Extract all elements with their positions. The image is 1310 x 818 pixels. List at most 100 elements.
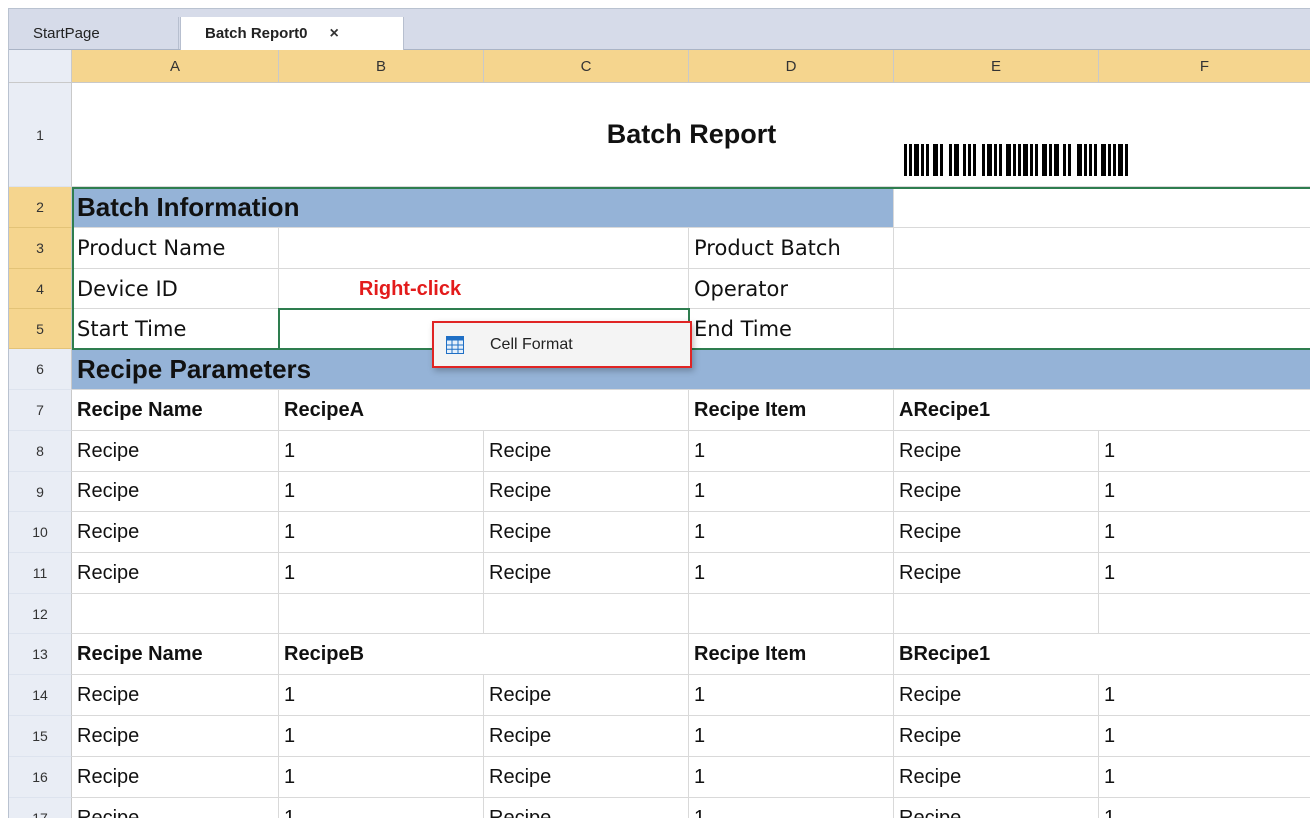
cell-recipe[interactable]: Recipe <box>484 757 689 798</box>
cell-end-time-label[interactable]: End Time <box>689 309 894 349</box>
cell-recipe[interactable]: Recipe <box>484 472 689 512</box>
cell-recipe-item-label[interactable]: Recipe Item <box>689 634 894 675</box>
cell-recipe[interactable]: Recipe <box>484 798 689 818</box>
cell-value[interactable]: 1 <box>279 512 484 553</box>
row-header-7[interactable]: 7 <box>9 390 72 431</box>
cell-recipe[interactable]: Recipe <box>484 512 689 553</box>
cell-recipe-name-label[interactable]: Recipe Name <box>72 634 279 675</box>
row-header-17[interactable]: 17 <box>9 798 72 818</box>
cell-product-name-label[interactable]: Product Name <box>72 228 279 269</box>
cell-product-name-value[interactable] <box>279 228 689 269</box>
row-header-6[interactable]: 6 <box>9 349 72 390</box>
cell-value[interactable]: 1 <box>689 512 894 553</box>
cell-value[interactable]: 1 <box>1099 757 1310 798</box>
cell-operator-label[interactable]: Operator <box>689 269 894 309</box>
cell-value[interactable]: 1 <box>1099 798 1310 818</box>
column-header-f[interactable]: F <box>1099 50 1310 83</box>
cell-recipe[interactable]: Recipe <box>894 431 1099 472</box>
cell-recipe-name-label[interactable]: Recipe Name <box>72 390 279 431</box>
cell-value[interactable]: 1 <box>689 716 894 757</box>
cell-value[interactable]: 1 <box>279 716 484 757</box>
select-all-corner[interactable] <box>9 50 72 83</box>
column-header-c[interactable]: C <box>484 50 689 83</box>
cell-value[interactable]: 1 <box>689 675 894 716</box>
row-header-8[interactable]: 8 <box>9 431 72 472</box>
cell-recipe[interactable]: Recipe <box>484 553 689 594</box>
cell-recipe[interactable]: Recipe <box>484 431 689 472</box>
cell-value[interactable]: 1 <box>1099 553 1310 594</box>
cell-start-time-label[interactable]: Start Time <box>72 309 279 349</box>
cell-recipe[interactable]: Recipe <box>894 553 1099 594</box>
cell-value[interactable]: 1 <box>689 757 894 798</box>
cell-value[interactable]: 1 <box>689 553 894 594</box>
cell-recipe[interactable]: Recipe <box>894 472 1099 512</box>
row-header-3[interactable]: 3 <box>9 228 72 269</box>
row-header-13[interactable]: 13 <box>9 634 72 675</box>
column-header-b[interactable]: B <box>279 50 484 83</box>
cell-empty[interactable] <box>894 594 1099 634</box>
row-header-11[interactable]: 11 <box>9 553 72 594</box>
cell-value[interactable]: 1 <box>279 675 484 716</box>
row-header-14[interactable]: 14 <box>9 675 72 716</box>
row-header-1[interactable]: 1 <box>9 83 72 187</box>
cell-product-batch-value[interactable] <box>894 228 1310 269</box>
column-header-a[interactable]: A <box>72 50 279 83</box>
cell-recipe[interactable]: Recipe <box>72 472 279 512</box>
cell-value[interactable]: 1 <box>1099 512 1310 553</box>
close-icon[interactable]: × <box>330 25 339 43</box>
cell-empty[interactable] <box>279 594 484 634</box>
menu-item-cell-format[interactable]: Cell Format <box>434 323 690 366</box>
cell-recipe[interactable]: Recipe <box>72 553 279 594</box>
cell-recipe-name-value[interactable]: RecipeA <box>279 390 689 431</box>
barcode-cell[interactable] <box>894 187 1310 228</box>
cell-value[interactable]: 1 <box>279 553 484 594</box>
cell-device-id-label[interactable]: Device ID <box>72 269 279 309</box>
cell-recipe-name-value[interactable]: RecipeB <box>279 634 689 675</box>
row-header-2[interactable]: 2 <box>9 187 72 228</box>
cell-value[interactable]: 1 <box>689 798 894 818</box>
cell-recipe-item-value[interactable]: ARecipe1 <box>894 390 1310 431</box>
cell-value[interactable]: 1 <box>1099 472 1310 512</box>
cell-value[interactable]: 1 <box>279 757 484 798</box>
cell-recipe[interactable]: Recipe <box>894 675 1099 716</box>
cell-recipe[interactable]: Recipe <box>484 675 689 716</box>
cell-recipe[interactable]: Recipe <box>72 757 279 798</box>
cell-recipe-item-value[interactable]: BRecipe1 <box>894 634 1310 675</box>
cell-recipe[interactable]: Recipe <box>72 431 279 472</box>
cell-value[interactable]: 1 <box>689 472 894 512</box>
column-header-e[interactable]: E <box>894 50 1099 83</box>
cell-value[interactable]: 1 <box>279 472 484 512</box>
row-header-5[interactable]: 5 <box>9 309 72 349</box>
row-header-4[interactable]: 4 <box>9 269 72 309</box>
row-header-15[interactable]: 15 <box>9 716 72 757</box>
cell-recipe-item-label[interactable]: Recipe Item <box>689 390 894 431</box>
cell-recipe[interactable]: Recipe <box>72 512 279 553</box>
cell-value[interactable]: 1 <box>279 798 484 818</box>
cell-value[interactable]: 1 <box>279 431 484 472</box>
cell-recipe[interactable]: Recipe <box>894 716 1099 757</box>
cell-empty[interactable] <box>484 594 689 634</box>
spreadsheet-grid[interactable]: ABCDEF 1 2 3 4 5 6 7 8 9 10 11 12 13 14 15 16 17 Batch R… <box>9 50 1310 818</box>
tab-startpage[interactable]: StartPage <box>9 17 179 49</box>
cell-recipe[interactable]: Recipe <box>72 675 279 716</box>
batch-information-header[interactable]: Batch Information <box>72 187 894 228</box>
tab-batch-report0[interactable]: Batch Report0 × <box>180 17 404 50</box>
cell-empty[interactable] <box>689 594 894 634</box>
row-header-9[interactable]: 9 <box>9 472 72 512</box>
cell-value[interactable]: 1 <box>1099 675 1310 716</box>
cell-recipe[interactable]: Recipe <box>894 757 1099 798</box>
cell-value[interactable]: 1 <box>689 431 894 472</box>
cell-empty[interactable] <box>1099 594 1310 634</box>
cell-recipe[interactable]: Recipe <box>894 512 1099 553</box>
column-header-d[interactable]: D <box>689 50 894 83</box>
cell-operator-value[interactable] <box>894 269 1310 309</box>
row-header-10[interactable]: 10 <box>9 512 72 553</box>
cell-end-time-value[interactable] <box>894 309 1310 349</box>
cell-recipe[interactable]: Recipe <box>894 798 1099 818</box>
row-header-16[interactable]: 16 <box>9 757 72 798</box>
cell-value[interactable]: 1 <box>1099 431 1310 472</box>
cell-recipe[interactable]: Recipe <box>72 798 279 818</box>
cell-recipe[interactable]: Recipe <box>484 716 689 757</box>
cell-recipe[interactable]: Recipe <box>72 716 279 757</box>
row-header-12[interactable]: 12 <box>9 594 72 634</box>
